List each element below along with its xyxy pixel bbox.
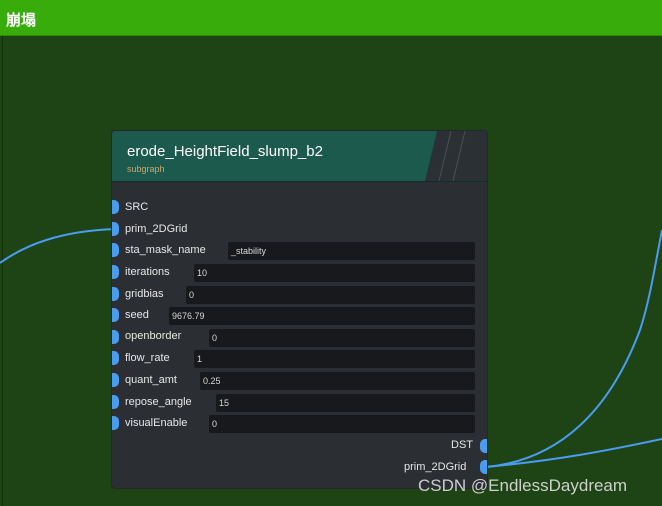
socket-src[interactable] — [112, 200, 119, 214]
node-title: erode_HeightField_slump_b2 — [127, 143, 323, 160]
input-label-iterations: iterations — [125, 266, 170, 278]
input-label-gridbias: gridbias — [125, 288, 164, 300]
socket-flow-rate[interactable] — [112, 351, 119, 365]
socket-iterations[interactable] — [112, 265, 119, 279]
socket-quant-amt[interactable] — [112, 373, 119, 387]
socket-dst[interactable] — [480, 439, 487, 453]
watermark: CSDN @EndlessDaydream — [418, 476, 628, 495]
input-label-repose-angle: repose_angle — [125, 396, 192, 408]
input-label-openborder: openborder — [125, 330, 182, 342]
socket-seed[interactable] — [112, 308, 119, 322]
socket-prim-2dgrid-in[interactable] — [112, 222, 119, 236]
input-label-seed: seed — [125, 309, 149, 321]
wire-out-prim-2dgrid-upper[interactable] — [485, 229, 662, 468]
iterations-field[interactable]: 10 — [194, 264, 475, 282]
input-label-sta-mask-name: sta_mask_name — [125, 244, 206, 256]
quant-amt-field[interactable]: 0.25 — [200, 372, 475, 390]
output-label-prim-2dgrid: prim_2DGrid — [404, 461, 467, 473]
node-subtitle: subgraph — [127, 164, 165, 174]
input-label-quant-amt: quant_amt — [125, 374, 177, 386]
sta-mask-name-field[interactable]: _stability — [228, 242, 475, 260]
gridbias-field[interactable]: 0 — [186, 286, 475, 304]
socket-openborder[interactable] — [112, 330, 119, 344]
socket-prim-2dgrid-out[interactable] — [480, 460, 487, 474]
wire-into-prim-2dgrid[interactable] — [0, 228, 116, 264]
input-label-src: SRC — [125, 201, 149, 213]
input-label-flow-rate: flow_rate — [125, 352, 170, 364]
header-stripes — [425, 131, 487, 181]
socket-sta-mask-name[interactable] — [112, 243, 119, 257]
output-label-dst: DST — [451, 439, 473, 451]
socket-visual-enable[interactable] — [112, 416, 119, 430]
repose-angle-field[interactable]: 15 — [216, 394, 475, 412]
openborder-field[interactable]: 0 — [209, 329, 475, 347]
socket-repose-angle[interactable] — [112, 395, 119, 409]
visual-enable-field[interactable]: 0 — [209, 415, 475, 433]
seed-field[interactable]: 9676.79 — [169, 307, 475, 325]
input-label-visual-enable: visualEnable — [125, 417, 188, 429]
flow-rate-field[interactable]: 1 — [194, 350, 475, 368]
socket-gridbias[interactable] — [112, 287, 119, 301]
subgraph-node[interactable]: erode_HeightField_slump_b2 subgraph SRC … — [112, 131, 487, 488]
node-header[interactable]: erode_HeightField_slump_b2 subgraph — [112, 131, 487, 182]
input-label-prim-2dgrid: prim_2DGrid — [125, 223, 188, 235]
